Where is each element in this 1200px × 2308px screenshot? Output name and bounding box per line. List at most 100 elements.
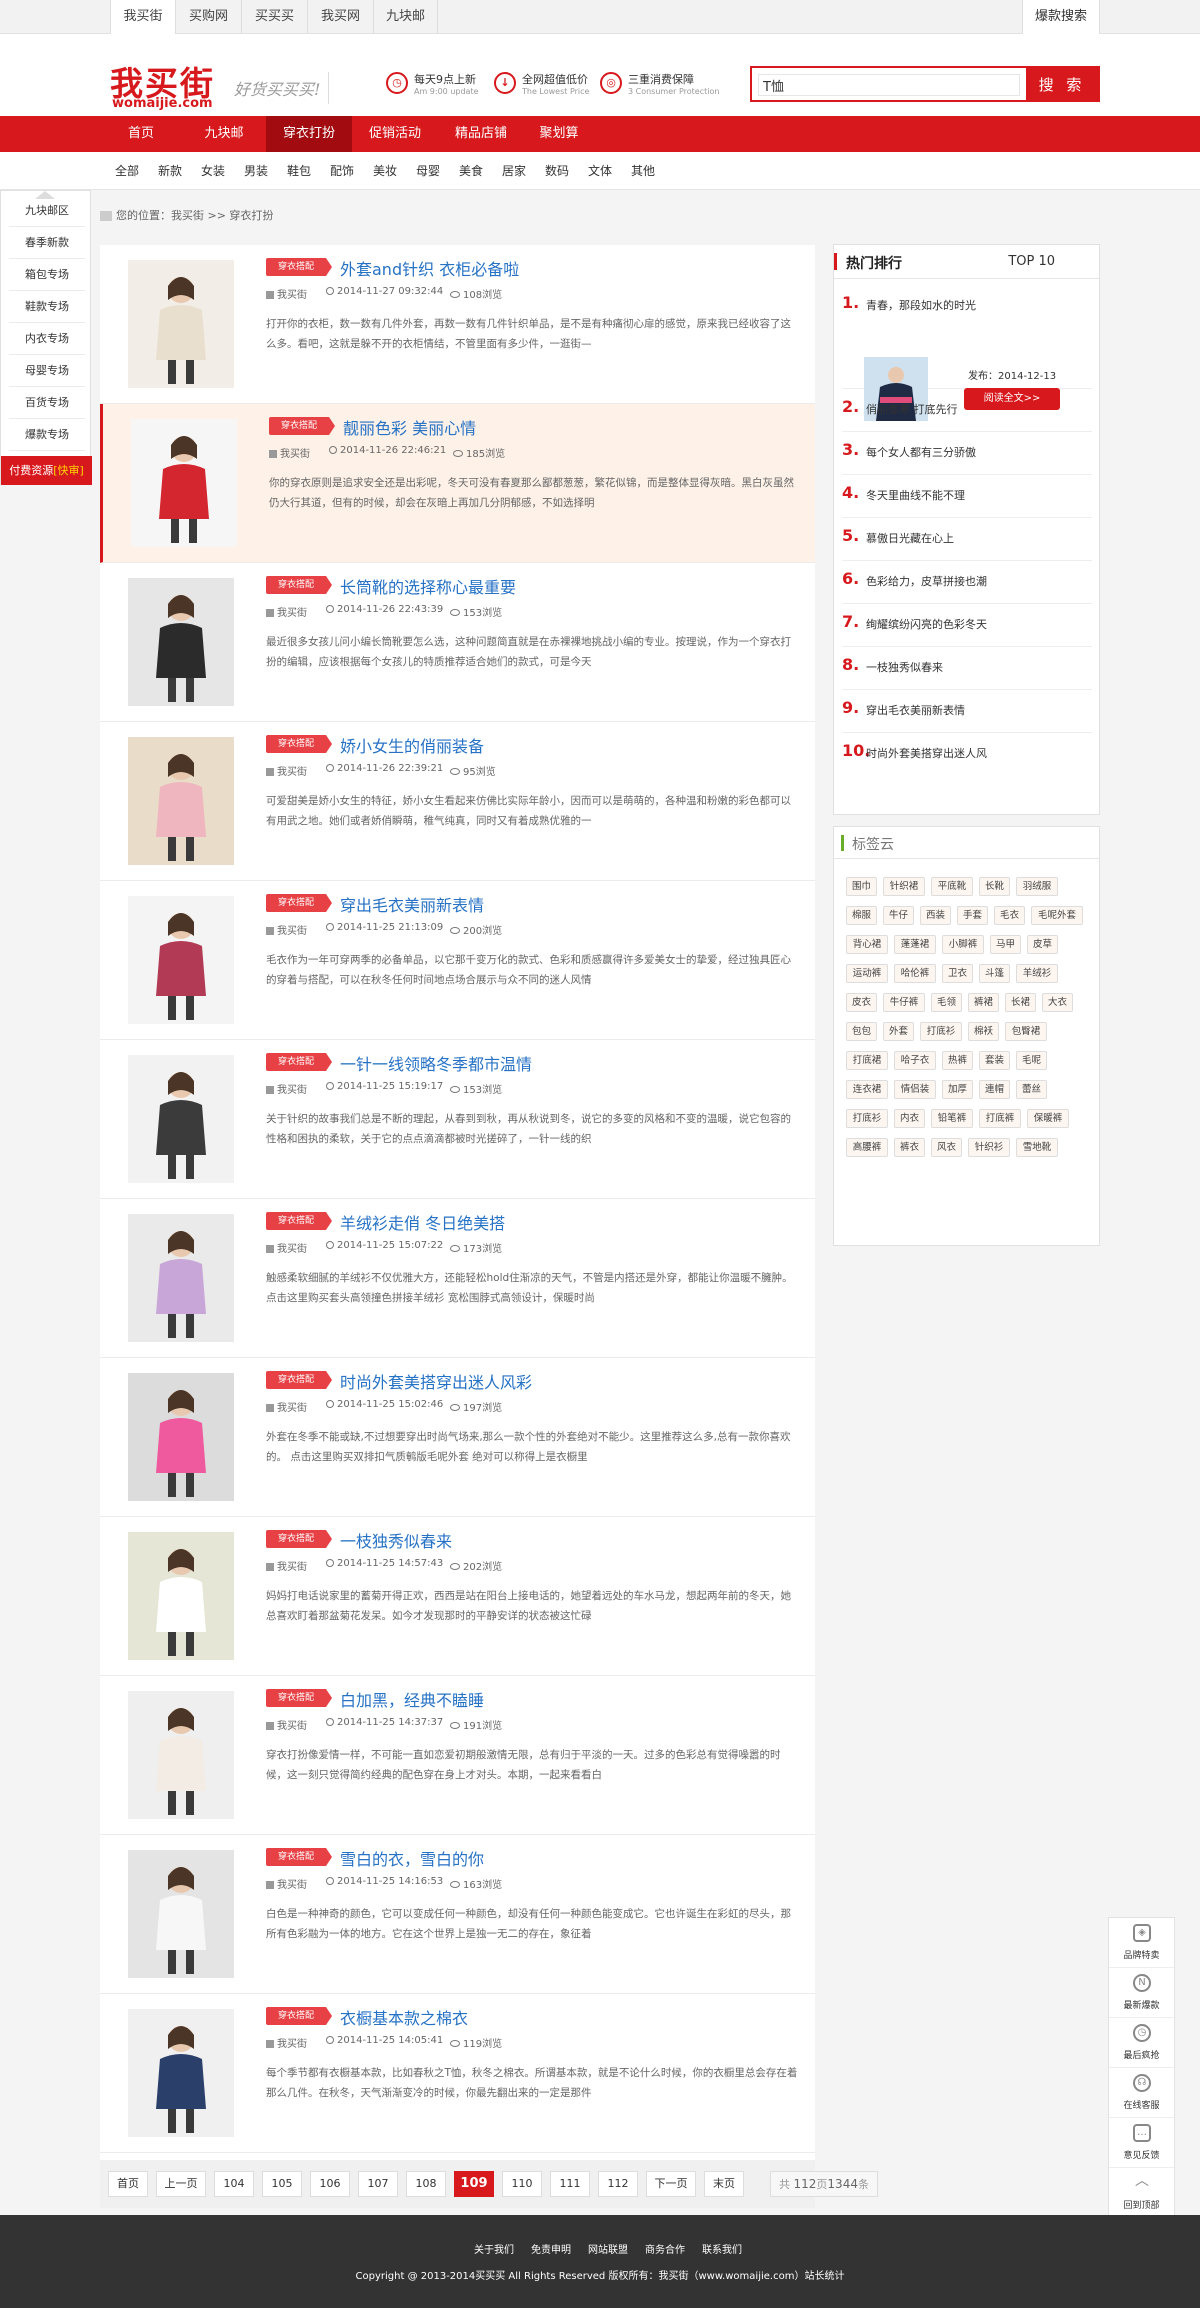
tag-item[interactable]: 情侣装 <box>894 1080 936 1099</box>
breadcrumb-text[interactable]: 您的位置：我买街 >> 穿衣打扮 <box>116 209 273 222</box>
tag-item[interactable]: 毛呢外套 <box>1031 906 1083 925</box>
article-title[interactable]: 娇小女生的俏丽装备 <box>340 733 484 757</box>
hot-item-featured[interactable]: 1. 青春，那段如水的时光 发布：2014-12-13 阅读全文>> <box>842 285 1092 421</box>
tag-item[interactable]: 长裙 <box>1005 993 1036 1012</box>
hot-item-title[interactable]: 冬天里曲线不能不理 <box>866 487 965 503</box>
hot-item[interactable]: 9. 穿出毛衣美丽新表情 <box>842 690 1092 733</box>
hot-item-title[interactable]: 每个女人都有三分骄傲 <box>866 444 976 460</box>
article-item[interactable]: 穿衣搭配 雪白的衣，雪白的你 我买街 2014-11-25 14:16:53 163浏览… <box>100 1835 815 1994</box>
tag-item[interactable]: 套装 <box>979 1051 1010 1070</box>
article-category-badge[interactable]: 穿衣搭配 <box>266 1530 332 1548</box>
tag-item[interactable]: 毛呢 <box>1016 1051 1047 1070</box>
page-prev[interactable]: 上一页 <box>156 2171 206 2197</box>
left-menu-item[interactable]: 春季新款 <box>9 227 85 259</box>
new-hot-button[interactable]: N 最新爆款 <box>1109 1968 1174 2018</box>
category-accessories[interactable]: 配饰 <box>330 152 354 190</box>
tag-item[interactable]: 高腰裤 <box>846 1138 888 1157</box>
tag-item[interactable]: 卫衣 <box>942 964 973 983</box>
hot-item-title[interactable]: 绚耀缤纷闪亮的色彩冬天 <box>866 616 987 632</box>
tag-item[interactable]: 蓬蓬裙 <box>894 935 936 954</box>
left-menu-item[interactable]: 箱包专场 <box>9 259 85 291</box>
category-new[interactable]: 新款 <box>158 152 182 190</box>
category-home[interactable]: 居家 <box>502 152 526 190</box>
article-thumbnail[interactable] <box>128 1055 234 1183</box>
article-thumbnail[interactable] <box>128 2009 234 2137</box>
page-link[interactable]: 104 <box>214 2171 254 2197</box>
page-current[interactable]: 109 <box>454 2171 494 2197</box>
article-category-badge[interactable]: 穿衣搭配 <box>266 1848 332 1866</box>
tag-item[interactable]: 外套 <box>883 1022 914 1041</box>
tag-item[interactable]: 加厚 <box>942 1080 973 1099</box>
article-category-badge[interactable]: 穿衣搭配 <box>266 1053 332 1071</box>
article-category-badge[interactable]: 穿衣搭配 <box>269 417 335 435</box>
paid-resources-link[interactable]: 付费资源[快审] <box>1 456 92 485</box>
category-bags[interactable]: 鞋包 <box>287 152 311 190</box>
hot-item-title[interactable]: 慕傲日光藏在心上 <box>866 530 954 546</box>
article-category-badge[interactable]: 穿衣搭配 <box>266 735 332 753</box>
tag-item[interactable]: 雪地靴 <box>1016 1138 1058 1157</box>
article-thumbnail[interactable] <box>128 578 234 706</box>
site-link-womai[interactable]: 我买网 <box>308 0 374 34</box>
footer-link-about[interactable]: 关于我们 <box>474 2241 514 2256</box>
site-link-maigou[interactable]: 买购网 <box>176 0 242 34</box>
footer-link-alliance[interactable]: 网站联盟 <box>588 2241 628 2256</box>
article-item[interactable]: 穿衣搭配 衣橱基本款之棉衣 我买街 2014-11-25 14:05:41 119浏览每… <box>100 1994 815 2153</box>
article-item[interactable]: 穿衣搭配 一枝独秀似春来 我买街 2014-11-25 14:57:43 202浏览 妈妈… <box>100 1517 815 1676</box>
article-item[interactable]: 穿衣搭配 外套and针织 衣柜必备啦 我买街 2014-11-27 09:32:44 1… <box>100 245 815 404</box>
article-category-badge[interactable]: 穿衣搭配 <box>266 2007 332 2025</box>
tag-item[interactable]: 裤裙 <box>968 993 999 1012</box>
hot-item-title[interactable]: 青春，那段如水的时光 <box>866 297 976 313</box>
tag-item[interactable]: 羽绒服 <box>1016 877 1058 896</box>
hot-item-title[interactable]: 俏丽御寒 打底先行 <box>866 401 958 417</box>
left-menu-item[interactable]: 内衣专场 <box>9 323 85 355</box>
tag-item[interactable]: 长靴 <box>979 877 1010 896</box>
footer-link-business[interactable]: 商务合作 <box>645 2241 685 2256</box>
footer-link-disclaimer[interactable]: 免责申明 <box>531 2241 571 2256</box>
article-title[interactable]: 一枝独秀似春来 <box>340 1528 452 1552</box>
article-category-badge[interactable]: 穿衣搭配 <box>266 1689 332 1707</box>
tag-item[interactable]: 内衣 <box>894 1109 925 1128</box>
page-link[interactable]: 111 <box>550 2171 590 2197</box>
article-thumbnail[interactable] <box>128 1850 234 1978</box>
tag-item[interactable]: 大衣 <box>1042 993 1073 1012</box>
tag-item[interactable]: 棉袄 <box>968 1022 999 1041</box>
article-thumbnail[interactable] <box>128 1691 234 1819</box>
tag-item[interactable]: 哈子衣 <box>894 1051 936 1070</box>
nav-promotions[interactable]: 促销活动 <box>352 116 438 152</box>
article-title[interactable]: 衣橱基本款之棉衣 <box>340 2005 468 2029</box>
article-category-badge[interactable]: 穿衣搭配 <box>266 258 332 276</box>
tag-item[interactable]: 保暖裤 <box>1027 1109 1069 1128</box>
article-thumbnail[interactable] <box>131 419 237 547</box>
article-category-badge[interactable]: 穿衣搭配 <box>266 576 332 594</box>
article-title[interactable]: 靓丽色彩 美丽心情 <box>343 415 476 439</box>
search-button[interactable]: 搜 索 <box>1026 68 1098 100</box>
back-to-top-button[interactable]: ︿ 回到顶部 <box>1109 2168 1174 2218</box>
search-input[interactable] <box>758 74 1020 96</box>
article-thumbnail[interactable] <box>128 260 234 388</box>
nav-home[interactable]: 首页 <box>110 116 172 152</box>
page-last[interactable]: 末页 <box>704 2171 744 2197</box>
page-link[interactable]: 110 <box>502 2171 542 2197</box>
tag-item[interactable]: 包臀裙 <box>1005 1022 1047 1041</box>
left-menu-item[interactable]: 百货专场 <box>9 387 85 419</box>
article-item[interactable]: 穿衣搭配 长筒靴的选择称心最重要 我买街 2014-11-26 22:43:39 153… <box>100 563 815 722</box>
tag-item[interactable]: 牛仔 <box>883 906 914 925</box>
left-menu-item[interactable]: 爆款专场 <box>9 419 85 451</box>
tag-item[interactable]: 毛领 <box>931 993 962 1012</box>
article-title[interactable]: 羊绒衫走俏 冬日绝美搭 <box>340 1210 505 1234</box>
tag-item[interactable]: 裤衣 <box>894 1138 925 1157</box>
article-item[interactable]: 穿衣搭配 时尚外套美搭穿出迷人风彩 我买街 2014-11-25 15:02:46 19… <box>100 1358 815 1517</box>
page-link[interactable]: 105 <box>262 2171 302 2197</box>
tag-item[interactable]: 连衣裙 <box>846 1080 888 1099</box>
tag-item[interactable]: 打底裤 <box>979 1109 1021 1128</box>
article-item[interactable]: 穿衣搭配 靓丽色彩 美丽心情 我买街 2014-11-26 22:46:21 185浏览… <box>100 404 815 563</box>
article-category-badge[interactable]: 穿衣搭配 <box>266 1371 332 1389</box>
article-category-badge[interactable]: 穿衣搭配 <box>266 1212 332 1230</box>
tag-item[interactable]: 斗篷 <box>979 964 1010 983</box>
article-title[interactable]: 穿出毛衣美丽新表情 <box>340 892 484 916</box>
tag-item[interactable]: 马甲 <box>990 935 1021 954</box>
article-thumbnail[interactable] <box>128 737 234 865</box>
tag-item[interactable]: 铅笔裤 <box>931 1109 973 1128</box>
tag-item[interactable]: 手套 <box>957 906 988 925</box>
tag-item[interactable]: 小脚裤 <box>942 935 984 954</box>
